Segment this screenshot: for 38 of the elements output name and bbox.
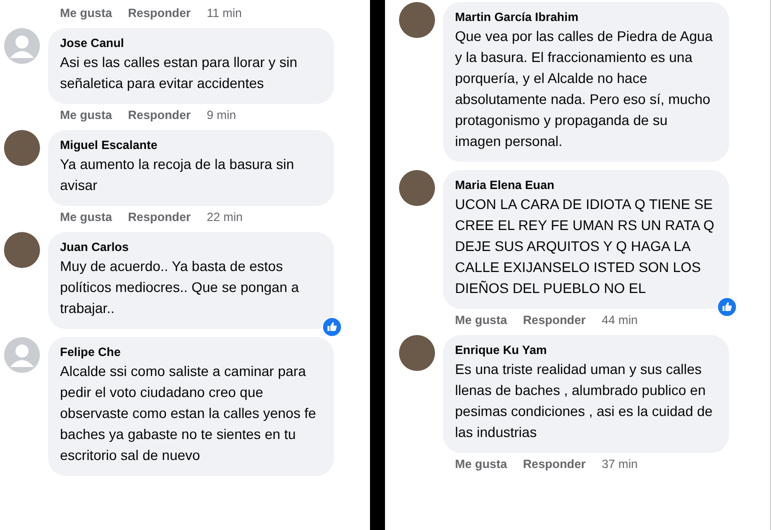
timestamp: 9 min bbox=[206, 108, 236, 122]
like-link[interactable]: Me gusta bbox=[60, 108, 112, 122]
comment-text: Muy de acuerdo.. Ya basta de estos políticos mediocres.. Que se pongan a trabajar.. bbox=[60, 257, 300, 318]
reply-link[interactable]: Responder bbox=[128, 210, 191, 224]
comment-text: Que vea por las calles de Piedra de Agua y la basura. El fraccionamiento es una porquería, y el Alcalde no hace absolutamente nada. Pero eso sí, mucho protagonismo y propaganda de su imagen personal. bbox=[455, 27, 714, 151]
default-avatar-icon bbox=[4, 337, 40, 373]
avatar-photo-placeholder bbox=[4, 130, 40, 166]
avatar-photo-placeholder bbox=[399, 335, 435, 371]
comment-author[interactable]: Juan Carlos bbox=[60, 240, 322, 254]
comment-text: Asi es las calles estan para llorar y sin señaletica para evitar accidentes bbox=[60, 53, 298, 93]
reply-link[interactable]: Responder bbox=[128, 6, 191, 20]
reply-link[interactable]: Responder bbox=[128, 108, 191, 122]
comment-author[interactable]: Miguel Escalante bbox=[60, 138, 322, 152]
like-reaction-icon bbox=[322, 317, 342, 337]
comment-text: Es una triste realidad uman y sus calles llenas de baches , alumbrado publico en pesimas condiciones , asi es la cuidad de las industrias bbox=[455, 360, 714, 442]
avatar-photo-placeholder bbox=[399, 2, 435, 38]
comment-author[interactable]: Felipe Che bbox=[60, 345, 322, 359]
reply-link[interactable]: Responder bbox=[523, 313, 586, 327]
like-link[interactable]: Me gusta bbox=[455, 457, 508, 471]
like-link[interactable]: Me gusta bbox=[60, 210, 112, 224]
comment-author[interactable]: Martin García Ibrahim bbox=[455, 10, 717, 24]
comment-text: Ya aumento la recoja de la basura sin avisar bbox=[60, 155, 295, 195]
avatar-photo-placeholder bbox=[4, 232, 40, 268]
default-avatar-icon bbox=[4, 28, 40, 64]
like-reaction-icon bbox=[717, 297, 737, 317]
comment-author[interactable]: Maria Elena Euan bbox=[455, 178, 717, 192]
reply-link[interactable]: Responder bbox=[523, 457, 586, 471]
comment-author[interactable]: Enrique Ku Yam bbox=[455, 343, 717, 357]
timestamp: 11 min bbox=[206, 6, 242, 20]
timestamp: 37 min bbox=[602, 457, 638, 471]
like-link[interactable]: Me gusta bbox=[455, 313, 508, 327]
timestamp: 22 min bbox=[206, 210, 243, 224]
comment-text: Alcalde ssi como saliste a caminar para pedir el voto ciudadano creo que observaste como estan la calles yenos fe baches ya gabaste no te sientes en tu escritorio sal de nuevo bbox=[60, 362, 318, 465]
like-link[interactable]: Me gusta bbox=[60, 6, 112, 20]
avatar-photo-placeholder bbox=[399, 170, 435, 206]
comment-text: UCON LA CARA DE IDIOTA Q TIENE SE CREE EL REY FE UMAN RS UN RATA Q DEJE SUS ARQUITOS Y Q HAGA LA CALLE EXIJANSELO ISTED SON LOS DIEÑOS DEL PUEBLO NO EL bbox=[455, 195, 716, 298]
comment-author[interactable]: Jose Canul bbox=[60, 36, 322, 50]
timestamp: 44 min bbox=[602, 313, 638, 327]
